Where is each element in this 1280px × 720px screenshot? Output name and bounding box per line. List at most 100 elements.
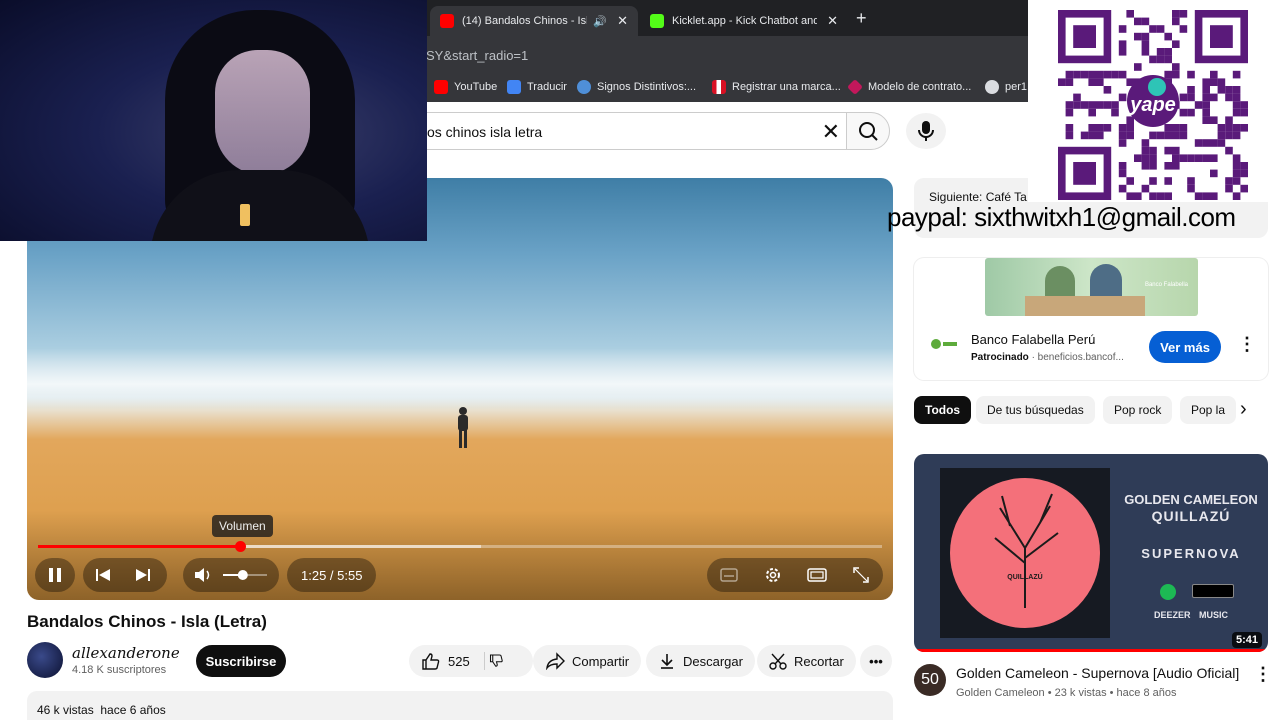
tab-kicklet[interactable]: Kicklet.app - Kick Chatbot and C ✕ (640, 6, 848, 36)
volume-slider[interactable] (223, 569, 267, 581)
speaker-icon: 🔊 (593, 15, 608, 28)
subscribe-button[interactable]: Suscribirse (196, 645, 286, 677)
thumb-band-name: GOLDEN CAMELEON (1124, 492, 1258, 507)
settings-button[interactable] (753, 558, 793, 592)
url-text: SY&start_radio=1 (426, 48, 529, 63)
time-text: 1:25 / 5:55 (301, 567, 363, 583)
search-icon (859, 122, 878, 141)
time-display: 1:25 / 5:55 (287, 558, 377, 592)
progress-bar[interactable] (38, 541, 882, 552)
search-button[interactable] (846, 112, 890, 150)
falabella-logo-icon (931, 339, 957, 349)
search-input[interactable]: os chinos isla letra ✕ (380, 112, 850, 150)
clip-button[interactable]: Recortar (757, 645, 856, 677)
clear-search-icon[interactable]: ✕ (822, 119, 840, 145)
bookmark-label: Signos Distintivos:... (597, 81, 697, 93)
bookmark-per1[interactable]: per1 (985, 80, 1027, 94)
bookmark-label: YouTube (454, 81, 498, 93)
paypal-overlay-text: paypal: sixthwitxh1@gmail.com (887, 202, 1236, 232)
previous-button[interactable] (83, 558, 123, 592)
dislike-icon[interactable] (483, 652, 504, 670)
upload-age: hace 6 años (100, 703, 166, 717)
right-controls (707, 558, 883, 592)
google-play-badge-icon (1192, 584, 1234, 598)
more-icon: ••• (869, 653, 883, 669)
ad-banner-image: Banco Falabella (985, 258, 1198, 316)
kicklet-favicon-icon (650, 14, 664, 28)
tab-close-icon[interactable]: ✕ (827, 13, 838, 29)
fullscreen-button[interactable] (841, 558, 881, 592)
chip-pop-rock[interactable]: Pop rock (1103, 396, 1173, 424)
tab-close-icon[interactable]: ✕ (617, 13, 628, 29)
ad-title: Banco Falabella Perú (971, 332, 1096, 347)
bookmark-label: Traducir (527, 81, 567, 93)
prev-next-group (83, 558, 167, 592)
recommended-more-icon[interactable]: ⋮ (1254, 664, 1272, 685)
download-icon (661, 654, 673, 669)
thumb-song-name: SUPERNOVA (1141, 546, 1241, 561)
recommended-channel-avatar[interactable]: 50 (914, 664, 946, 696)
chip-busquedas[interactable]: De tus búsquedas (976, 396, 1095, 424)
bookmark-modelo[interactable]: Modelo de contrato... (847, 79, 971, 95)
subtitles-button[interactable] (709, 558, 749, 592)
recommended-meta: Golden Cameleon • 23 k vistas • hace 8 a… (956, 687, 1177, 699)
stream-screen: (14) Bandalos Chinos - Isla ( 🔊 ✕ Kickle… (0, 0, 1280, 720)
mute-button[interactable] (183, 558, 223, 592)
theater-icon (807, 568, 827, 582)
bookmark-signos[interactable]: Signos Distintivos:... (577, 80, 696, 94)
video-player[interactable]: Volumen 1:25 / 5:55 (27, 178, 893, 600)
bookmark-traducir[interactable]: Traducir (507, 80, 567, 94)
more-actions-button[interactable]: ••• (860, 645, 892, 677)
person-figure (458, 407, 468, 448)
theater-mode-button[interactable] (797, 558, 837, 592)
description-box[interactable]: 46 k vistas hace 6 años (27, 691, 893, 720)
volume-icon (195, 568, 210, 582)
tab-label: Kicklet.app - Kick Chatbot and C (672, 15, 818, 27)
bookmark-youtube[interactable]: YouTube (434, 80, 497, 94)
tab-youtube[interactable]: (14) Bandalos Chinos - Isla ( 🔊 ✕ (430, 6, 638, 36)
youtube-favicon-icon (440, 14, 454, 28)
share-icon (546, 652, 565, 670)
sponsored-label: Patrocinado (971, 352, 1029, 363)
recommended-title[interactable]: Golden Cameleon - Supernova [Audio Ofici… (956, 665, 1239, 681)
channel-name[interactable]: allexanderone (72, 644, 180, 662)
sponsored-ad-card[interactable]: Banco Falabella Banco Falabella Perú Pat… (914, 258, 1268, 380)
scrubber-handle[interactable] (234, 541, 246, 552)
recommended-thumbnail[interactable]: QUILLAZÚ GOLDEN CAMELEON QUILLAZÚ SUPERN… (914, 454, 1268, 652)
album-art: QUILLAZÚ (940, 468, 1110, 638)
volume-group (183, 558, 279, 592)
download-button[interactable]: Descargar (646, 645, 755, 677)
qr-code-icon: yape (1058, 10, 1248, 200)
globe-icon (577, 80, 591, 94)
video-duration: 5:41 (1231, 632, 1262, 648)
fullscreen-icon (853, 567, 869, 583)
globe-icon (985, 80, 999, 94)
youtube-icon (434, 80, 448, 94)
ad-cta-button[interactable]: Ver más (1149, 331, 1221, 363)
download-label: Descargar (683, 653, 743, 669)
like-dislike-group: 525 (409, 645, 533, 677)
next-button[interactable] (123, 558, 163, 592)
webcam-face (215, 50, 310, 175)
chevron-right-icon[interactable]: › (1240, 398, 1247, 421)
voice-search-button[interactable] (906, 113, 946, 149)
chip-todos[interactable]: Todos (914, 396, 972, 424)
bookmark-registrar[interactable]: Registrar una marca... (712, 80, 841, 94)
deezer-label: DEEZER (1154, 610, 1191, 620)
share-label: Compartir (572, 653, 630, 669)
share-button[interactable]: Compartir (533, 645, 642, 677)
play-pause-button[interactable] (35, 558, 75, 592)
gear-icon (766, 568, 780, 582)
chip-pop-latino[interactable]: Pop la (1180, 396, 1236, 424)
like-icon[interactable] (421, 652, 441, 670)
peru-flag-icon (712, 80, 726, 94)
wave-foam (27, 348, 893, 408)
new-tab-plus-icon[interactable]: + (856, 8, 867, 29)
view-count: 46 k vistas (37, 703, 94, 717)
channel-avatar[interactable] (27, 642, 63, 678)
ad-more-icon[interactable]: ⋮ (1238, 334, 1256, 355)
clip-label: Recortar (794, 653, 844, 669)
scissors-icon (769, 653, 787, 670)
subscriber-count: 4.18 K suscriptores (72, 664, 167, 676)
music-label: MUSIC (1199, 610, 1228, 620)
